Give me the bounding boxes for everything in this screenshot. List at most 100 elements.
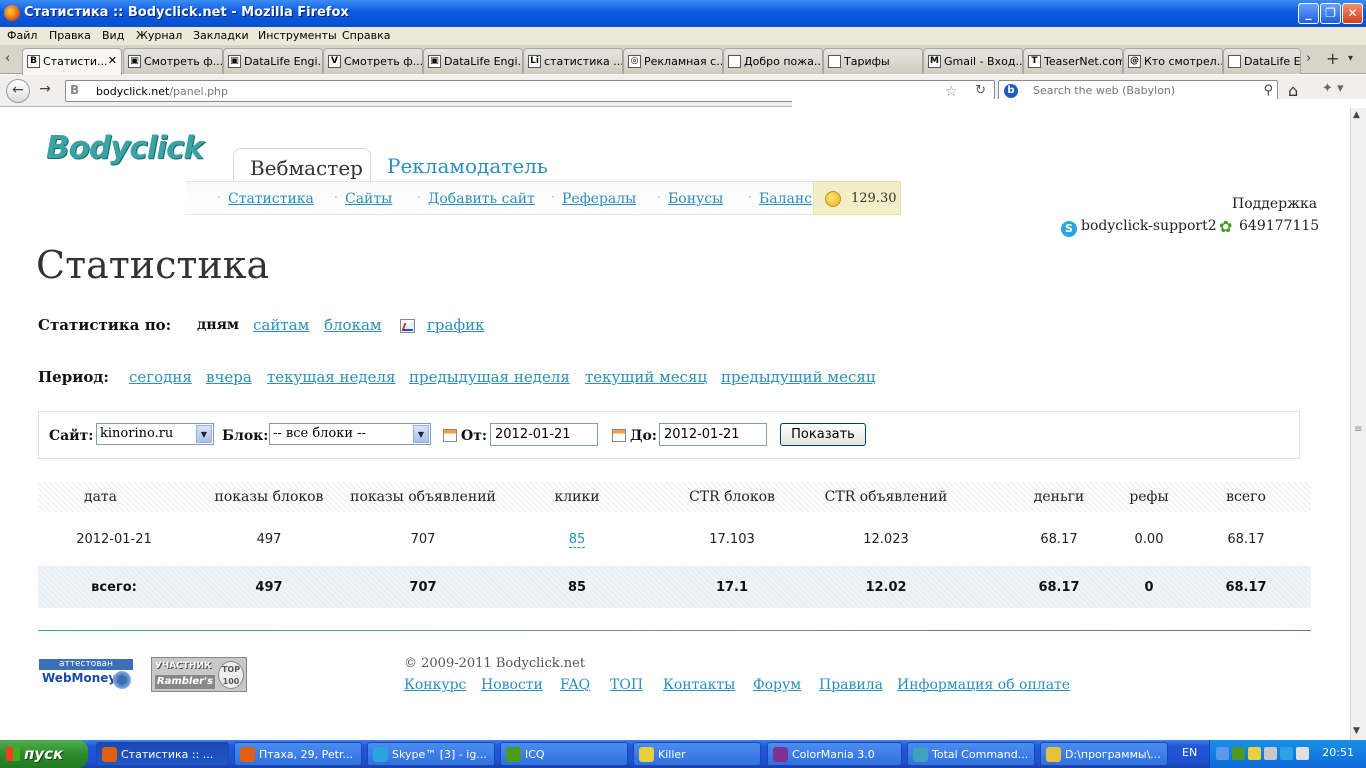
menu-history[interactable]: Журнал [136,29,182,42]
date-from-input[interactable]: 2012-01-21 [490,423,598,446]
browser-tab[interactable]: ▣ Смотреть ф... [123,48,223,74]
site-select[interactable]: kinorino.ru ▼ [96,423,214,445]
tray-network-icon[interactable] [1264,747,1277,760]
bodyclick-logo[interactable]: Bodyclick [46,130,204,166]
period-today-link[interactable]: сегодня [129,368,192,386]
subnav-statistics[interactable]: Статистика [228,191,314,207]
footer-link-forum[interactable]: Форум [753,677,801,693]
back-button[interactable]: ← [6,79,30,103]
extension-icon[interactable]: ✦ ▾ [1322,81,1344,96]
tray-skype-icon[interactable] [1280,747,1293,760]
footer-link-faq[interactable]: FAQ [560,677,590,693]
subnav-referrals[interactable]: Рефералы [562,191,636,207]
date-to-input[interactable]: 2012-01-21 [659,423,767,446]
clicks-link[interactable]: 85 [568,532,586,548]
taskbar-item-icq[interactable]: ICQ [500,742,628,766]
scroll-down-icon[interactable]: ▼ [1353,726,1360,736]
babylon-search-icon[interactable]: b [1004,84,1018,98]
subnav-balance[interactable]: Баланс [759,191,812,207]
footer-link-news[interactable]: Новости [481,677,543,693]
minimize-button[interactable]: _ [1298,3,1319,24]
subnav-bonuses[interactable]: Бонусы [668,191,723,207]
period-current-month-link[interactable]: текущий месяц [585,368,707,386]
home-icon[interactable]: ⌂ [1288,81,1298,100]
menu-file[interactable]: Файл [7,29,37,42]
browser-tab[interactable]: Li статистика ... [523,48,623,74]
browser-tab-active[interactable]: B Статисти... ✕ [22,48,122,75]
menu-tools[interactable]: Инструменты [258,29,337,42]
new-tab-icon[interactable]: + [1326,49,1339,68]
page-scrollbar[interactable]: ▲ ≡ ▼ [1350,108,1366,740]
calendar-icon[interactable] [443,429,457,442]
footer-link-contacts[interactable]: Контакты [663,677,735,693]
scroll-up-icon[interactable]: ▲ [1353,110,1360,120]
browser-tab[interactable]: ◎ Рекламная с... [623,48,723,74]
stat-by-graph-link[interactable]: график [427,316,485,334]
browser-tab[interactable]: T TeaserNet.com [1023,48,1123,74]
taskbar-item-folder[interactable]: D:\программы\... [1040,742,1168,766]
taskbar-item-total-commander[interactable]: Total Command... [907,742,1035,766]
footer-link-payment-info[interactable]: Информация об оплате [897,677,1070,693]
footer-link-rules[interactable]: Правила [819,677,883,693]
browser-tab[interactable]: ▣ DataLife Engi... [223,48,323,74]
close-tab-icon[interactable]: ✕ [108,54,117,67]
site-identity-icon[interactable]: B [70,83,86,99]
window-titlebar: Статистика :: Bodyclick.net - Mozilla Fi… [0,0,1366,27]
block-select[interactable]: -- все блоки -- ▼ [269,423,431,445]
tab-webmaster[interactable]: Вебмастер [233,148,371,182]
search-input[interactable] [1033,84,1253,97]
forward-button[interactable]: → [33,79,57,103]
maximize-button[interactable]: ❐ [1320,3,1341,24]
tray-volume-icon[interactable] [1296,747,1309,760]
menu-bookmarks[interactable]: Закладки [193,29,249,42]
language-indicator[interactable]: EN [1182,746,1197,759]
taskbar-item-firefox[interactable]: Статистика :: ... [96,742,229,766]
stat-by-sites-link[interactable]: сайтам [253,316,309,334]
tray-app-icon[interactable] [1248,747,1261,760]
subnav-sites[interactable]: Сайты [345,191,392,207]
tray-arrow-icon[interactable] [1216,747,1229,760]
menu-help[interactable]: Справка [342,29,390,42]
footer-link-top[interactable]: ТОП [610,677,643,693]
browser-tab[interactable]: V Смотреть ф... [323,48,423,74]
period-current-week-link[interactable]: текущая неделя [267,368,395,386]
webmoney-badge[interactable]: аттестован WebMoney [39,659,133,691]
tab-advertiser[interactable]: Рекламодатель [387,154,548,178]
skype-contact: Sbodyclick-support2 [1061,218,1217,237]
browser-tab[interactable]: DataLife En [1223,48,1301,74]
filter-form: Сайт: kinorino.ru ▼ Блок: -- все блоки --… [38,411,1300,459]
tabs-scroll-left-icon[interactable]: ‹ [5,51,10,66]
taskbar-item-firefox2[interactable]: Птаха, 29, Petr... [234,742,362,766]
subnav-add-site[interactable]: Добавить сайт [428,191,535,207]
taskbar-item-skype[interactable]: Skype™ [3] - ig... [367,742,495,766]
menu-view[interactable]: Вид [102,29,124,42]
reload-icon[interactable]: ↻ [975,83,986,98]
browser-tab[interactable]: Тарифы [823,48,923,74]
period-yesterday-link[interactable]: вчера [206,368,252,386]
menu-edit[interactable]: Правка [49,29,91,42]
show-button[interactable]: Показать [780,423,866,446]
browser-tab[interactable]: M Gmail - Вход... [923,48,1023,74]
magnifier-icon[interactable]: ⚲ [1263,83,1273,98]
stat-by-blocks-link[interactable]: блокам [324,316,382,334]
scroll-grip-icon[interactable]: ≡ [1354,424,1362,435]
start-button[interactable]: пуск [0,740,88,768]
browser-tab[interactable]: Добро пожа... [723,48,823,74]
period-previous-week-link[interactable]: предыдущая неделя [409,368,570,386]
footer-link-contest[interactable]: Конкурс [404,677,466,693]
tabs-scroll-right-icon[interactable]: › [1306,51,1311,66]
taskbar-item-colormania[interactable]: ColorMania 3.0 [767,742,902,766]
tab-list-icon[interactable]: ▾ [1348,53,1353,64]
tray-icq-icon[interactable] [1232,747,1245,760]
rambler-top100-badge[interactable]: УЧАСТНИК Rambler's TOP 100 [151,657,247,692]
calendar-icon[interactable] [612,429,626,442]
taskbar-item-killer[interactable]: Killer [633,742,761,766]
chevron-down-icon[interactable]: ▼ [413,425,429,443]
period-previous-month-link[interactable]: предыдущий месяц [721,368,875,386]
close-button[interactable]: ✕ [1342,3,1363,24]
system-tray: 20:51 [1209,740,1366,768]
chevron-down-icon[interactable]: ▼ [196,425,212,443]
browser-tab[interactable]: ▣ DataLife Engi... [423,48,523,74]
browser-tab[interactable]: @ Кто смотрел... [1123,48,1223,74]
bookmark-star-icon[interactable]: ☆ [945,82,958,100]
